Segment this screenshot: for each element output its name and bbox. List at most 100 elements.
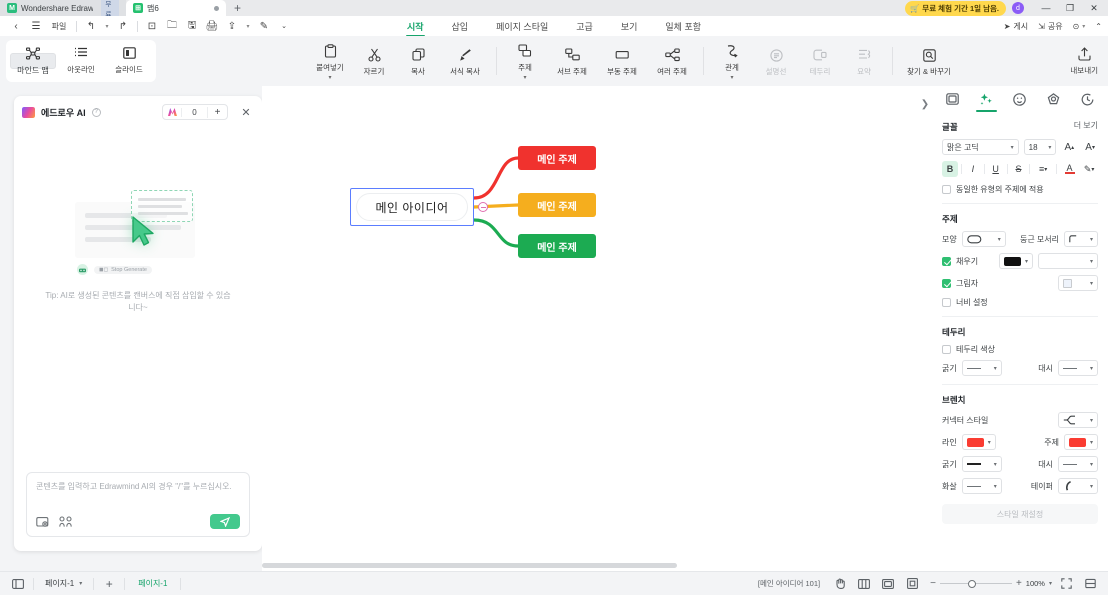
arrow-select[interactable]: ▾ (961, 478, 1002, 494)
hand-tool-icon[interactable] (830, 578, 850, 589)
ai-prompt-box[interactable]: 콘텐츠를 입력하고 Edrawmind AI의 경우 "/"를 누르십시오. (26, 472, 250, 537)
ai-credits-add-button[interactable]: + (207, 106, 227, 118)
view-mode-mindmap[interactable]: 마인드 맵 (10, 47, 56, 75)
more-icon[interactable]: ⌄ (274, 17, 294, 35)
highlight-button[interactable]: ✎ ▾ (1080, 161, 1098, 177)
taper-select[interactable]: ▾ (1058, 478, 1098, 494)
fit-icon[interactable] (902, 578, 922, 589)
panel-tab-style[interactable] (970, 86, 1004, 112)
edit-icon[interactable]: ✎ (254, 17, 274, 35)
shape-select[interactable]: ▾ (961, 231, 1006, 247)
undo-icon[interactable]: ↰ (81, 17, 101, 35)
ribbon-tab-include-all[interactable]: 일체 포함 (664, 18, 702, 35)
app-home-tab[interactable]: M Wondershare EdrawMind 무료 (0, 0, 126, 19)
line-color-select[interactable]: ▾ (961, 434, 996, 450)
document-tab[interactable]: ⊞ 맵6 (126, 0, 226, 16)
export-button[interactable]: 내보내기 (1070, 47, 1098, 76)
publish-button[interactable]: ➤ 게시 (1004, 21, 1028, 32)
summary-button[interactable]: 요약 (842, 46, 886, 77)
apply-same-type-checkbox[interactable]: 동일한 유형의 주제에 적용 (942, 184, 1098, 195)
decrease-font-size-button[interactable]: A ▾ (1082, 139, 1098, 155)
panel-tab-page[interactable] (936, 86, 970, 112)
avatar[interactable]: d (1012, 2, 1024, 14)
shadow-checkbox[interactable]: 그림자 (942, 278, 978, 289)
split-view-icon[interactable] (1080, 578, 1100, 589)
find-replace-button[interactable]: 찾기 & 바꾸기 (899, 46, 959, 77)
stop-generate-button[interactable]: ◼◻ Stop Generate (94, 265, 152, 274)
format-painter-button[interactable]: 서식 복사 (440, 46, 490, 77)
connector-style-select[interactable]: ▾ (1058, 412, 1098, 428)
central-topic-node[interactable]: 메인 아이디어 (350, 188, 474, 226)
help-button[interactable]: ⊙ ▾ (1073, 22, 1086, 31)
maximize-button[interactable]: ❐ (1058, 0, 1082, 16)
page-select[interactable]: 페이지-1 ▾ (39, 578, 88, 589)
ai-send-button[interactable] (210, 514, 240, 529)
open-icon[interactable]: 🗀 (162, 17, 182, 35)
strikethrough-button[interactable]: S (1011, 161, 1027, 177)
add-page-button[interactable]: + (99, 577, 119, 591)
attach-image-icon[interactable] (36, 516, 49, 528)
branch-weight-select[interactable]: ▾ (961, 456, 1002, 472)
underline-button[interactable]: U (988, 161, 1004, 177)
fill-gradient-select[interactable]: ▾ (1038, 253, 1098, 269)
subtopic-button[interactable]: 서브 주제 (547, 46, 597, 77)
fullscreen-icon[interactable] (1056, 578, 1076, 589)
minimize-button[interactable]: — (1034, 0, 1058, 16)
ribbon-tab-insert[interactable]: 삽입 (451, 18, 470, 35)
chevron-down-icon[interactable]: ▾ (523, 75, 526, 81)
boundary-button[interactable]: 테두리 (798, 46, 842, 77)
panel-tab-history[interactable] (1070, 86, 1104, 112)
width-setting-checkbox[interactable]: 너비 설정 (942, 297, 1098, 308)
panel-tab-theme[interactable] (1037, 86, 1071, 112)
branch-topic-color-select[interactable]: ▾ (1064, 434, 1098, 450)
floating-topic-button[interactable]: 부동 주제 (597, 46, 647, 77)
fill-checkbox[interactable]: 채우기 (942, 256, 978, 267)
ribbon-tab-page-style[interactable]: 페이지 스타일 (495, 18, 549, 35)
back-icon[interactable]: ‹ (6, 17, 26, 35)
topic-button[interactable]: 주제 ▾ (503, 42, 547, 81)
layout-icon[interactable] (878, 578, 898, 589)
zoom-slider[interactable] (939, 579, 1012, 589)
italic-button[interactable]: I (965, 161, 981, 177)
border-weight-select[interactable]: ▾ (961, 360, 1002, 376)
export-icon[interactable]: ⇪ (222, 17, 242, 35)
branch-dash-select[interactable]: ▾ (1058, 456, 1098, 472)
page-view-icon[interactable] (8, 578, 28, 589)
mindmap-canvas[interactable]: 메인 아이디어 메인 주제 메인 주제 메인 주제 (262, 86, 932, 571)
zoom-in-button[interactable]: + (1016, 578, 1022, 589)
main-topic-node-1[interactable]: 메인 주제 (518, 146, 596, 170)
shadow-style-select[interactable]: ▾ (1058, 275, 1098, 291)
panel-tab-emoji[interactable] (1003, 86, 1037, 112)
undo-chevron-down-icon[interactable]: ▾ (101, 17, 113, 35)
chevron-down-icon[interactable]: ▾ (328, 75, 331, 81)
ribbon-tab-view[interactable]: 보기 (620, 18, 639, 35)
main-topic-node-3[interactable]: 메인 주제 (518, 234, 596, 258)
chevron-down-icon[interactable]: ▾ (730, 75, 733, 81)
corner-radius-select[interactable]: ▾ (1064, 231, 1098, 247)
print-icon[interactable]: 🖨 (202, 17, 222, 35)
export-chevron-down-icon[interactable]: ▾ (242, 17, 254, 35)
fill-color-select[interactable]: ▾ (999, 253, 1033, 269)
file-menu-button[interactable]: 파일 (46, 17, 72, 35)
close-button[interactable]: ✕ (1082, 0, 1106, 16)
multi-topic-button[interactable]: 여러 주제 (647, 46, 697, 77)
horizontal-scrollbar[interactable] (262, 563, 932, 568)
bold-button[interactable]: B (942, 161, 958, 177)
border-dash-select[interactable]: ▾ (1058, 360, 1098, 376)
chevron-down-icon[interactable]: ▾ (1049, 580, 1052, 587)
collapse-ribbon-button[interactable]: ⌃ (1095, 22, 1102, 31)
share-button[interactable]: ⇲ 공유 (1038, 21, 1062, 32)
mention-icon[interactable] (59, 515, 72, 528)
menu-icon[interactable]: ☰ (26, 17, 46, 35)
font-family-select[interactable]: 맑은 고딕 ▾ (942, 139, 1019, 155)
border-color-checkbox[interactable]: 테두리 색상 (942, 344, 1098, 355)
view-mode-slide[interactable]: 슬라이드 (106, 42, 152, 80)
main-topic-node-2[interactable]: 메인 주제 (518, 193, 596, 217)
view-mode-outline[interactable]: 아웃라인 (58, 42, 104, 80)
text-color-button[interactable]: A (1060, 161, 1080, 177)
ribbon-tab-start[interactable]: 시작 (405, 18, 425, 37)
columns-icon[interactable] (854, 578, 874, 589)
close-icon[interactable]: ✕ (238, 106, 254, 119)
trial-badge[interactable]: 🛒 무료 체험 기간 1일 남음. (904, 0, 1006, 16)
page-tab-1[interactable]: 페이지-1 (130, 578, 175, 589)
